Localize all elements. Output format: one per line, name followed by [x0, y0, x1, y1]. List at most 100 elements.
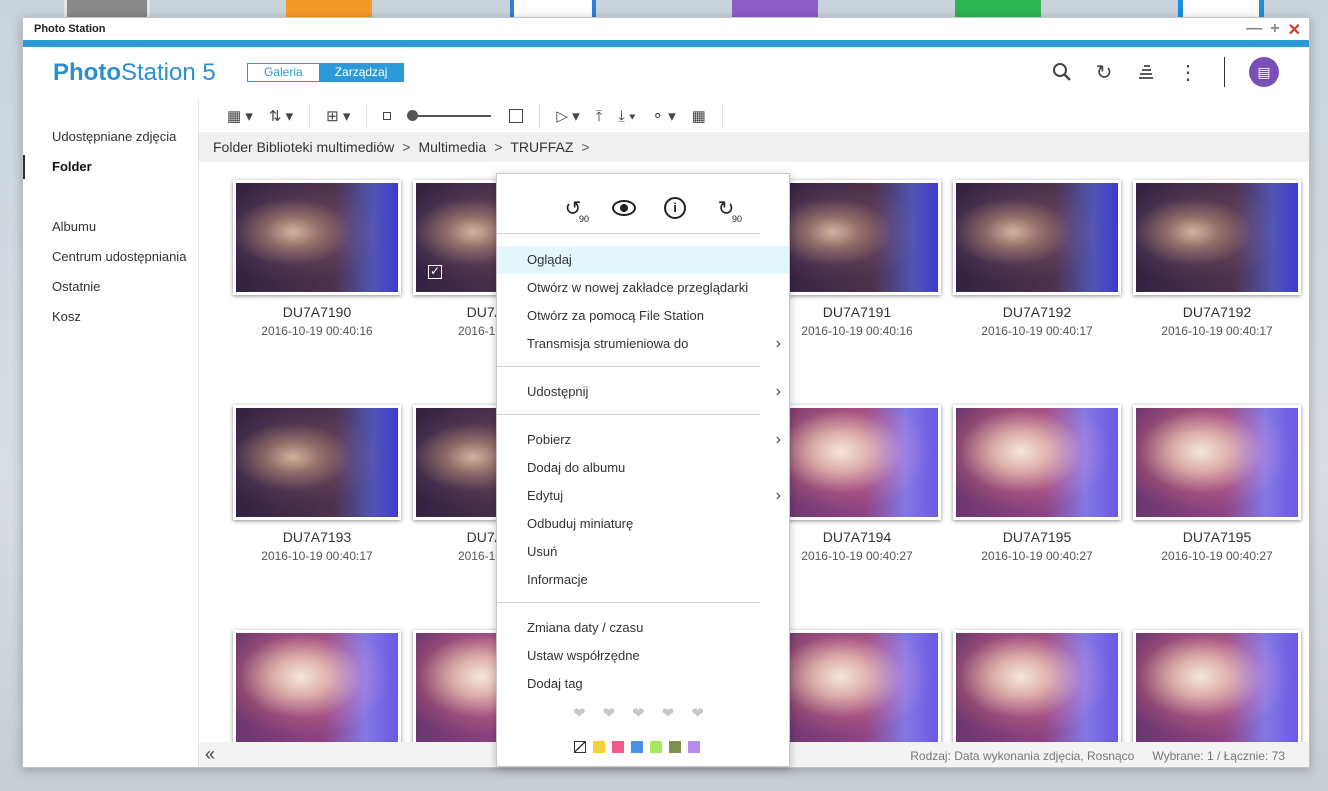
logo-rest: Station 5: [120, 59, 216, 86]
photo-tile[interactable]: [221, 612, 401, 742]
photo-thumbnail[interactable]: [1133, 180, 1301, 295]
menu-item-rebuild-thumbnail[interactable]: Odbuduj miniaturę: [497, 510, 789, 538]
menu-item-add-tag[interactable]: Dodaj tag: [497, 670, 789, 698]
thumbnail-size-slider[interactable]: [407, 110, 492, 121]
heart-icon[interactable]: ❤: [603, 704, 616, 722]
sidebar-item-folder[interactable]: Folder: [23, 152, 198, 182]
download-icon[interactable]: ⤓ ▾: [612, 108, 641, 125]
color-swatch[interactable]: [688, 741, 700, 753]
heart-icon[interactable]: ❤: [632, 704, 645, 722]
photo-thumbnail[interactable]: [773, 180, 941, 295]
sidebar-item-trash[interactable]: Kosz: [23, 302, 198, 332]
cast-icon[interactable]: ▤: [1249, 57, 1279, 87]
large-thumb-icon[interactable]: [503, 109, 529, 123]
menu-item-delete[interactable]: Usuń: [497, 538, 789, 566]
color-swatch[interactable]: [631, 741, 643, 753]
manage-mode-button[interactable]: Zarządzaj: [318, 64, 404, 81]
share-icon[interactable]: ⚬ ▾: [645, 107, 681, 125]
breadcrumb-item[interactable]: Multimedia: [418, 139, 486, 155]
photo-thumbnail[interactable]: [953, 180, 1121, 295]
window-titlebar[interactable]: Photo Station — + ✕: [23, 18, 1309, 40]
photo-thumbnail[interactable]: [773, 405, 941, 520]
rating-hearts: ❤ ❤ ❤ ❤ ❤: [573, 704, 704, 722]
menu-item-view[interactable]: Oglądaj: [497, 246, 789, 274]
toolbar: ▦ ▾ ⇅ ▾ ⊞ ▾ ▷ ▾ ⤒ ⤓ ▾ ⚬ ▾ ▦: [199, 100, 1309, 132]
maximize-icon[interactable]: +: [1270, 20, 1279, 40]
refresh-icon[interactable]: ↻: [1092, 60, 1116, 84]
breadcrumb-item[interactable]: Folder Biblioteki multimediów: [213, 139, 394, 155]
slideshow-icon[interactable]: ▷ ▾: [550, 107, 585, 125]
photo-tile[interactable]: DU7A7195 2016-10-19 00:40:27: [1121, 387, 1301, 587]
collapse-sidebar-icon[interactable]: «: [205, 744, 215, 765]
breadcrumb-item[interactable]: TRUFFAZ: [510, 139, 573, 155]
menu-item-information[interactable]: Informacje: [497, 566, 789, 594]
photo-thumbnail[interactable]: [233, 180, 401, 295]
photo-thumbnail[interactable]: [1133, 630, 1301, 742]
photo-tile[interactable]: DU7A7192 2016-10-19 00:40:17: [1121, 162, 1301, 362]
more-options-icon[interactable]: ⋮: [1176, 60, 1200, 84]
photo-thumbnail[interactable]: [1133, 405, 1301, 520]
background-tasks-icon[interactable]: [1134, 60, 1158, 84]
slider-handle[interactable]: [407, 110, 419, 121]
breadcrumb-separator: >: [402, 139, 411, 155]
menu-item-open-new-tab[interactable]: Otwórz w nowej zakładce przeglądarki: [497, 274, 789, 302]
menu-item-label: Ustaw współrzędne: [527, 648, 640, 663]
photo-tile[interactable]: [941, 612, 1121, 742]
heart-icon[interactable]: ❤: [691, 704, 704, 722]
view-eye-icon[interactable]: [610, 194, 638, 222]
status-info: Rodzaj: Data wykonania zdjęcia, Rosnąco …: [910, 749, 1285, 763]
photo-thumbnail[interactable]: [233, 405, 401, 520]
close-icon[interactable]: ✕: [1288, 20, 1301, 40]
no-color-swatch[interactable]: [574, 741, 586, 753]
sort-icon[interactable]: ⇅ ▾: [263, 107, 299, 125]
selected-checkbox[interactable]: ✓: [428, 265, 442, 279]
rotate-left-icon[interactable]: ↺ 90: [559, 194, 589, 225]
view-mode-icon[interactable]: ▦ ▾: [221, 107, 259, 125]
sidebar-item-share-center[interactable]: Centrum udostępniania: [23, 242, 198, 272]
menu-item-add-to-album[interactable]: Dodaj do albumu: [497, 454, 789, 482]
menu-item-change-date[interactable]: Zmiana daty / czasu: [497, 614, 789, 642]
photo-tile[interactable]: DU7A7193 2016-10-19 00:40:17: [221, 387, 401, 587]
heart-icon[interactable]: ❤: [573, 704, 586, 722]
create-icon[interactable]: ⊞ ▾: [320, 107, 356, 125]
menu-item-label: Otwórz za pomocą File Station: [527, 308, 705, 323]
menu-item-stream-to[interactable]: Transmisja strumieniowa do ›: [497, 330, 789, 358]
photo-tile[interactable]: DU7A7192 2016-10-19 00:40:17: [941, 162, 1121, 362]
upload-icon[interactable]: ⤒: [590, 108, 609, 125]
gallery-mode-button[interactable]: Galeria: [248, 64, 319, 81]
menu-item-label: Zmiana daty / czasu: [527, 620, 644, 635]
photo-tile[interactable]: DU7A7195 2016-10-19 00:40:27: [941, 387, 1121, 587]
color-swatch[interactable]: [669, 741, 681, 753]
menu-item-set-coordinates[interactable]: Ustaw współrzędne: [497, 642, 789, 670]
menu-item-label: Pobierz: [527, 432, 572, 447]
color-swatch[interactable]: [650, 741, 662, 753]
menu-divider: [497, 233, 760, 234]
breadcrumb-separator: >: [581, 139, 590, 155]
menu-item-open-file-station[interactable]: Otwórz za pomocą File Station: [497, 302, 789, 330]
search-icon[interactable]: [1050, 60, 1074, 84]
chevron-right-icon: ›: [775, 335, 781, 352]
menu-item-share[interactable]: Udostępnij ›: [497, 378, 789, 406]
photo-tile[interactable]: [1121, 612, 1301, 742]
rotate-right-icon[interactable]: ↻ 90: [712, 194, 742, 225]
heart-icon[interactable]: ❤: [662, 704, 675, 722]
menu-item-edit[interactable]: Edytuj ›: [497, 482, 789, 510]
photo-thumbnail[interactable]: [953, 630, 1121, 742]
color-swatch[interactable]: [612, 741, 624, 753]
sidebar-item-shared-photos[interactable]: Udostępniane zdjęcia: [23, 122, 198, 152]
info-icon[interactable]: i: [661, 194, 689, 222]
menu-item-download[interactable]: Pobierz ›: [497, 426, 789, 454]
minimize-icon[interactable]: —: [1246, 20, 1262, 40]
mode-switch: Galeria Zarządzaj: [247, 63, 405, 82]
color-swatch[interactable]: [593, 741, 605, 753]
photo-tile[interactable]: DU7A7190 2016-10-19 00:40:16: [221, 162, 401, 362]
photo-thumbnail[interactable]: [773, 630, 941, 742]
sidebar-item-albums[interactable]: Albumu: [23, 212, 198, 242]
context-quick-actions: ↺ 90 i ↻ 90: [559, 194, 742, 225]
small-thumb-icon[interactable]: [377, 112, 397, 120]
menu-divider: [497, 366, 760, 367]
photo-thumbnail[interactable]: [953, 405, 1121, 520]
photo-thumbnail[interactable]: [233, 630, 401, 742]
select-all-icon[interactable]: ▦: [686, 107, 712, 125]
sidebar-item-recent[interactable]: Ostatnie: [23, 272, 198, 302]
